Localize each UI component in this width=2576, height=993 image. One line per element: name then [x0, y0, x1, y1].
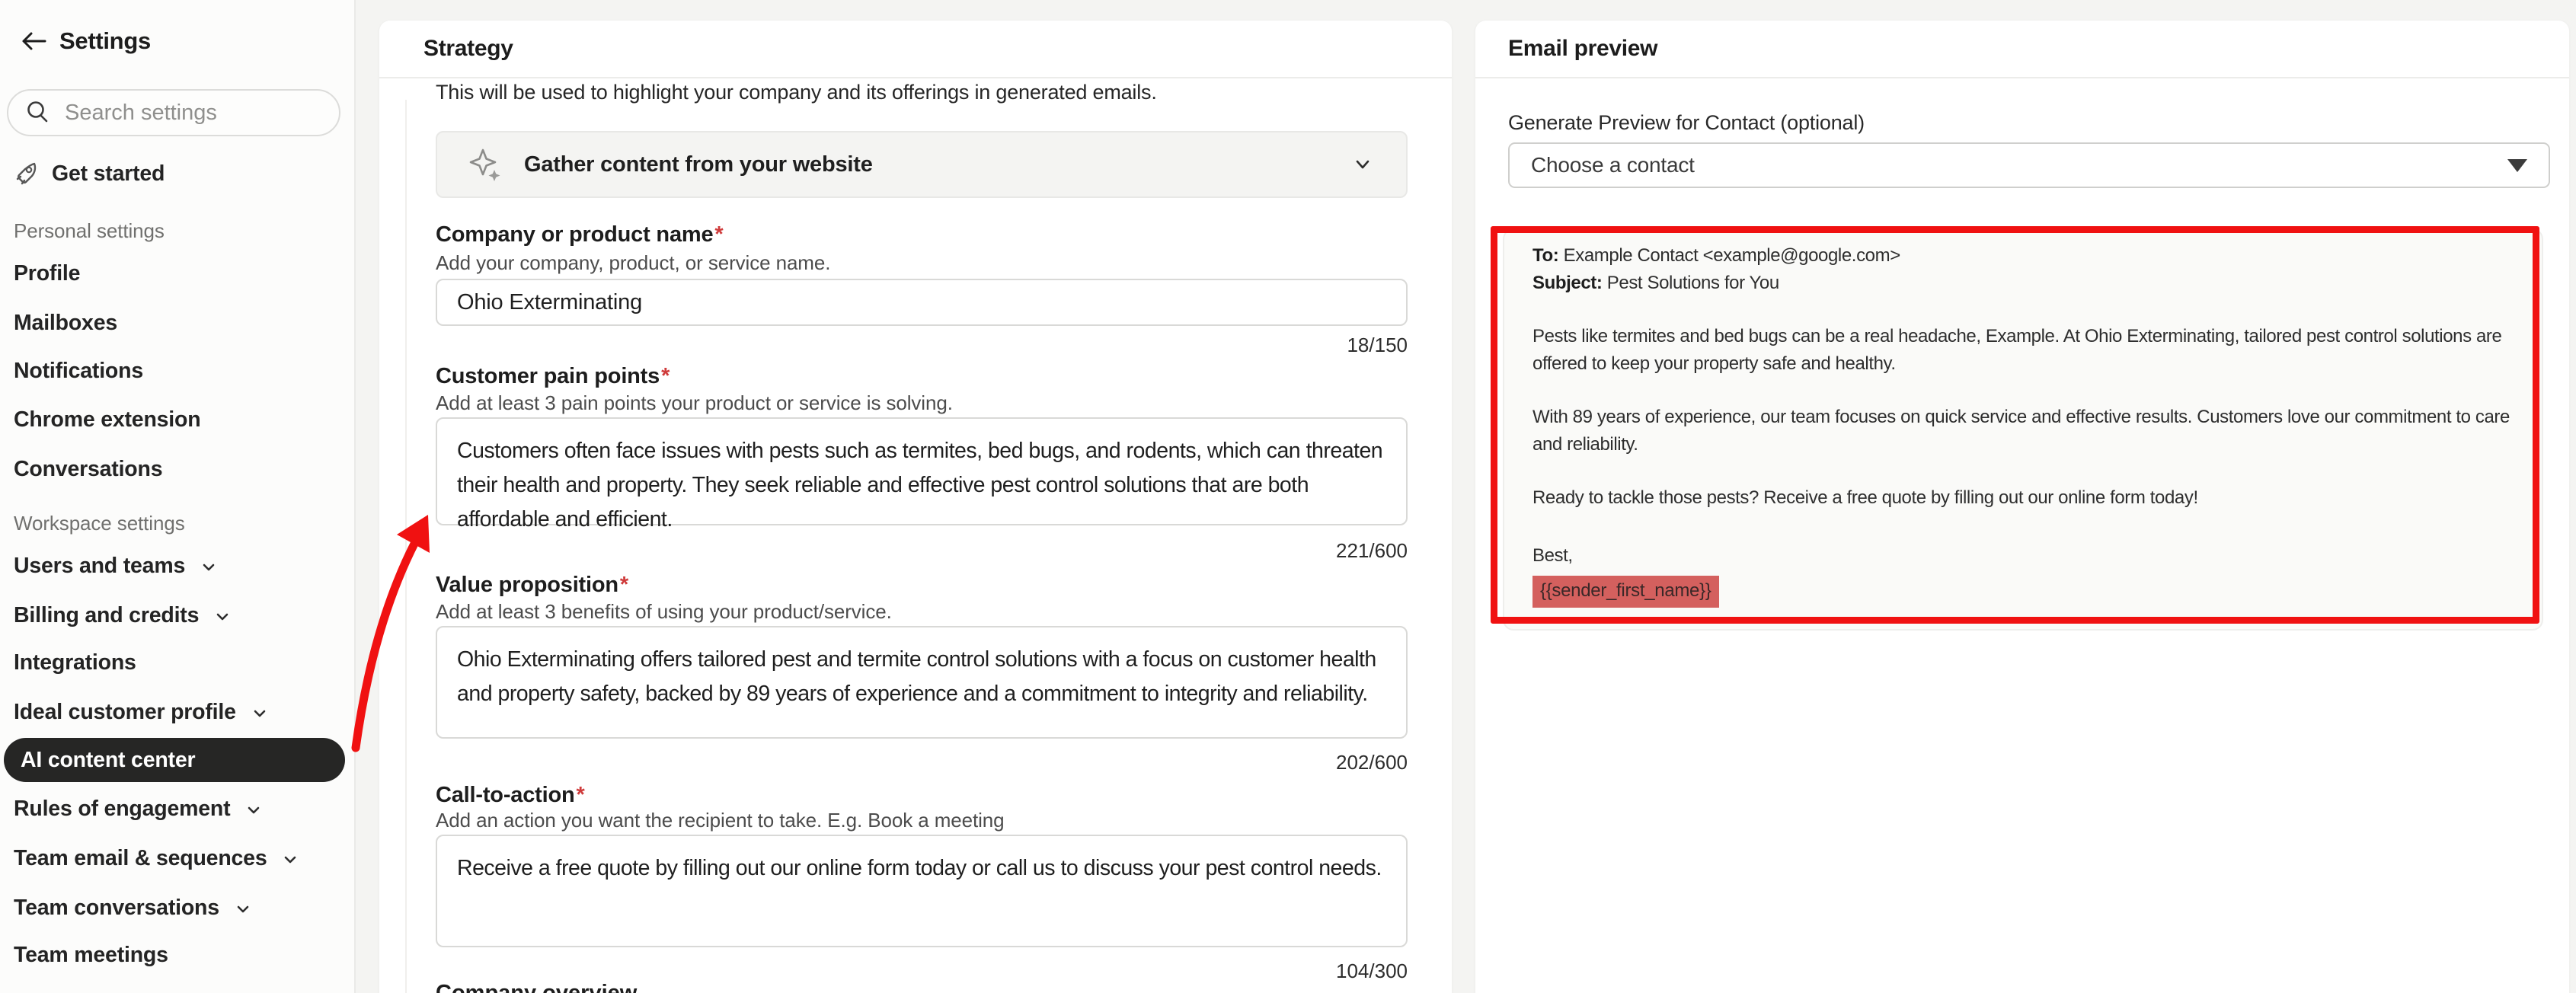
email-to-label: To: [1532, 245, 1558, 266]
section-label-workspace: Workspace settings [14, 512, 185, 535]
sidebar-item-mailboxes[interactable]: Mailboxes [14, 307, 117, 339]
required-asterisk: * [714, 222, 723, 247]
generate-preview-label: Generate Preview for Contact (optional) [1508, 111, 1865, 135]
required-asterisk: * [620, 573, 628, 597]
dropdown-caret-icon [2507, 159, 2527, 172]
contact-select[interactable]: Choose a contact [1508, 142, 2550, 188]
search-settings-box[interactable] [7, 89, 340, 136]
chevron-down-icon [213, 608, 232, 626]
char-counter-value-proposition: 202/600 [436, 751, 1408, 774]
field-label-next-section-partial: Company overview [436, 981, 637, 993]
sidebar-item-billing-and-credits[interactable]: Billing and credits [14, 599, 232, 631]
sidebar-item-team-conversations[interactable]: Team conversations [14, 892, 252, 924]
char-counter-call-to-action: 104/300 [436, 959, 1408, 983]
email-preview-content: To: Example Contact <example@google.com>… [1532, 242, 2524, 608]
sidebar-item-team-meetings[interactable]: Team meetings [14, 939, 168, 971]
email-paragraph: Ready to tackle those pests? Receive a f… [1532, 484, 2524, 512]
sidebar-item-rules-of-engagement[interactable]: Rules of engagement [14, 793, 263, 825]
required-asterisk: * [661, 364, 670, 388]
search-icon [25, 100, 51, 126]
contact-select-value: Choose a contact [1531, 153, 2507, 177]
chevron-down-icon [200, 558, 218, 576]
sidebar-item-integrations[interactable]: Integrations [14, 647, 136, 678]
field-helper-pain-points: Add at least 3 pain points your product … [436, 391, 953, 415]
strategy-title: Strategy [423, 36, 513, 62]
rocket-icon [14, 160, 40, 187]
gather-content-label: Gather content from your website [524, 152, 1330, 177]
strategy-header: Strategy [379, 21, 1452, 78]
chevron-down-icon [244, 801, 263, 819]
email-paragraph: Pests like termites and bed bugs can be … [1532, 323, 2524, 378]
char-counter-company-name: 18/150 [436, 334, 1408, 357]
field-label-call-to-action: Call-to-action* [436, 783, 585, 808]
search-input[interactable] [65, 101, 352, 126]
sidebar-item-team-email-sequences[interactable]: Team email & sequences [14, 842, 299, 874]
sidebar-item-conversations[interactable]: Conversations [14, 453, 162, 485]
sidebar-title: Settings [59, 27, 151, 55]
char-counter-pain-points: 221/600 [436, 539, 1408, 563]
section-label-personal: Personal settings [14, 219, 165, 243]
email-signoff: Best, [1532, 542, 2524, 570]
sparkles-icon [469, 147, 503, 182]
sidebar: Settings Get started Personal settings P… [0, 0, 356, 993]
email-to-line: To: Example Contact <example@google.com> [1532, 242, 2524, 270]
chevron-down-icon [234, 900, 252, 918]
sender-first-name-token: {{sender_first_name}} [1532, 576, 1719, 608]
required-asterisk: * [576, 783, 584, 807]
sidebar-item-label: Get started [52, 161, 165, 187]
email-subject-label: Subject: [1532, 273, 1602, 293]
email-subject-line: Subject: Pest Solutions for You [1532, 270, 2524, 297]
sidebar-item-ideal-customer-profile[interactable]: Ideal customer profile [14, 696, 269, 728]
sidebar-item-users-and-teams[interactable]: Users and teams [14, 550, 218, 582]
value-proposition-textarea[interactable]: Ohio Exterminating offers tailored pest … [436, 626, 1408, 739]
strategy-intro: This will be used to highlight your comp… [436, 81, 1157, 104]
sidebar-item-profile[interactable]: Profile [14, 257, 80, 289]
call-to-action-textarea[interactable]: Receive a free quote by filling out our … [436, 835, 1408, 947]
email-paragraph: With 89 years of experience, our team fo… [1532, 404, 2524, 458]
pain-points-textarea[interactable]: Customers often face issues with pests s… [436, 417, 1408, 525]
email-preview-title: Email preview [1508, 36, 1657, 62]
chevron-down-icon [1351, 153, 1374, 176]
back-button[interactable]: Settings [20, 27, 151, 55]
sidebar-item-notifications[interactable]: Notifications [14, 355, 143, 387]
field-helper-call-to-action: Add an action you want the recipient to … [436, 809, 1005, 832]
chevron-down-icon [281, 851, 299, 869]
field-label-value-proposition: Value proposition* [436, 573, 628, 598]
field-label-company-name: Company or product name* [436, 222, 723, 247]
sidebar-item-get-started[interactable]: Get started [14, 160, 165, 187]
email-preview-header: Email preview [1475, 21, 2569, 78]
field-label-pain-points: Customer pain points* [436, 364, 670, 389]
company-name-input[interactable]: Ohio Exterminating [436, 279, 1408, 326]
content-divider [405, 100, 407, 993]
sidebar-item-ai-content-center[interactable]: AI content center [4, 738, 345, 782]
gather-content-button[interactable]: Gather content from your website [436, 131, 1408, 198]
field-helper-company-name: Add your company, product, or service na… [436, 251, 830, 275]
back-arrow-icon [20, 30, 47, 53]
sidebar-item-chrome-extension[interactable]: Chrome extension [14, 404, 200, 436]
settings-page: Settings Get started Personal settings P… [0, 0, 2576, 993]
field-helper-value-proposition: Add at least 3 benefits of using your pr… [436, 600, 892, 624]
chevron-down-icon [251, 704, 269, 723]
